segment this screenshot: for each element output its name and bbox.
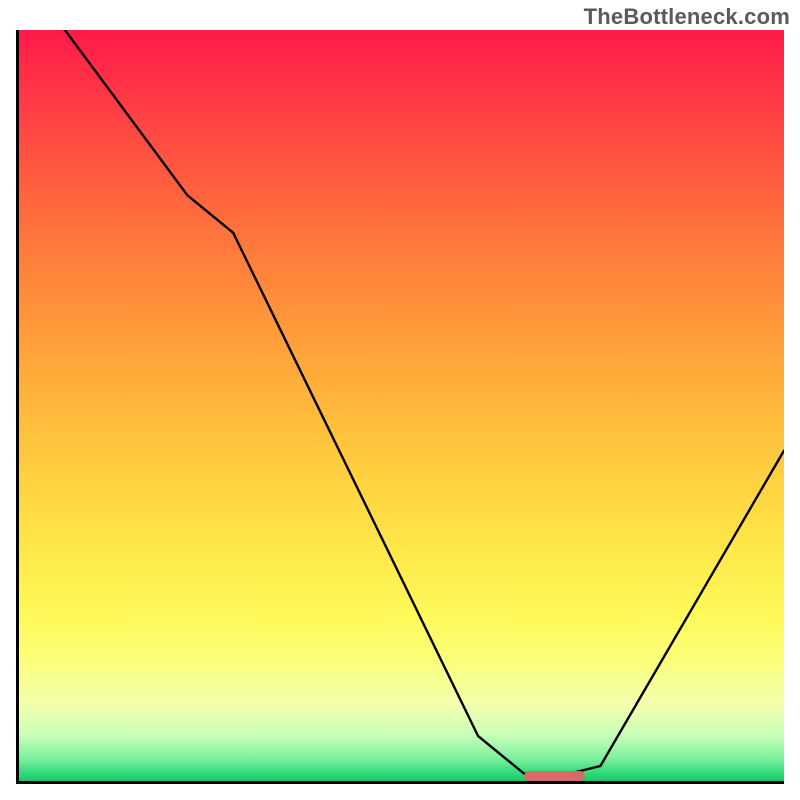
bottleneck-curve — [19, 30, 784, 781]
optimal-range-marker — [524, 771, 585, 781]
chart-container: TheBottleneck.com — [0, 0, 800, 800]
watermark-text: TheBottleneck.com — [584, 4, 790, 30]
plot-area — [16, 30, 784, 784]
